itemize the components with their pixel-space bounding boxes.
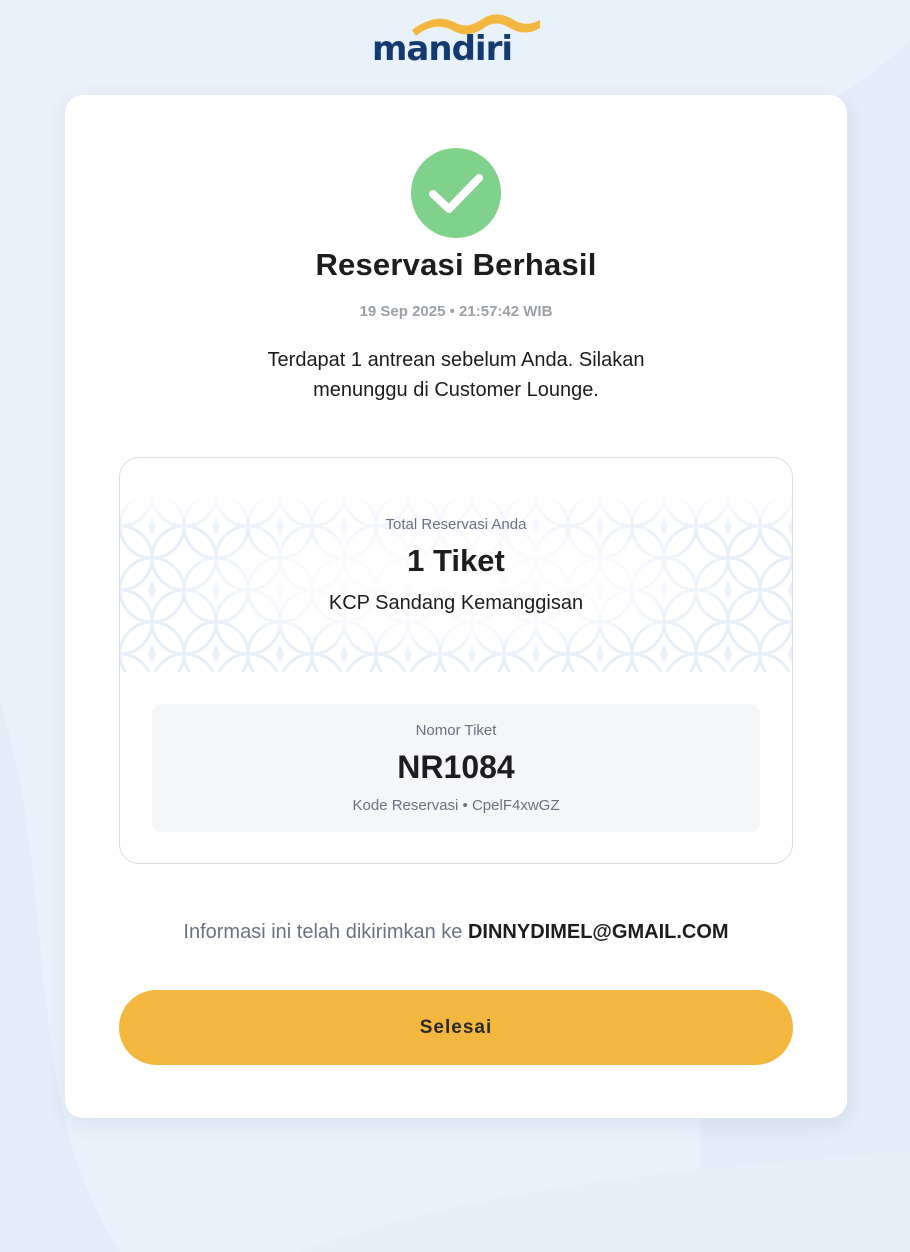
reservation-timestamp: 19 Sep 2025 • 21:57:42 WIB [359,303,553,320]
branch-name: KCP Sandang Kemanggisan [328,592,584,614]
check-circle-icon [411,148,501,238]
page-title: Reservasi Berhasil [315,247,597,282]
ticket-summary-box: Total Reservasi Anda 1 Tiket KCP Sandang… [119,457,793,864]
total-reservation-value: 1 Tiket [407,543,505,578]
mandiri-logo: mandiri [372,12,542,69]
reservation-success-card: Reservasi Berhasil 19 Sep 2025 • 21:57:4… [65,95,847,1118]
queue-message: Terdapat 1 antrean sebelum Anda. Silakan… [267,349,645,401]
reservation-code: Kode Reservasi • CpelF4xwGZ [352,797,560,814]
ticket-number-box: Nomor Tiket NR1084 Kode Reservasi • Cpel… [152,704,760,832]
email-notice: Informasi ini telah dikirimkan ke DINNYD… [65,921,847,944]
email-notice-prefix: Informasi ini telah dikirimkan ke [183,921,463,943]
logo-text: mandiri [372,29,513,69]
ticket-number: NR1084 [397,749,515,785]
done-button[interactable]: Selesai [119,990,793,1065]
total-reservation-label: Total Reservasi Anda [385,516,527,533]
ticket-number-label: Nomor Tiket [415,722,497,739]
email-address: DINNYDIMEL@GMAIL.COM [467,921,729,943]
